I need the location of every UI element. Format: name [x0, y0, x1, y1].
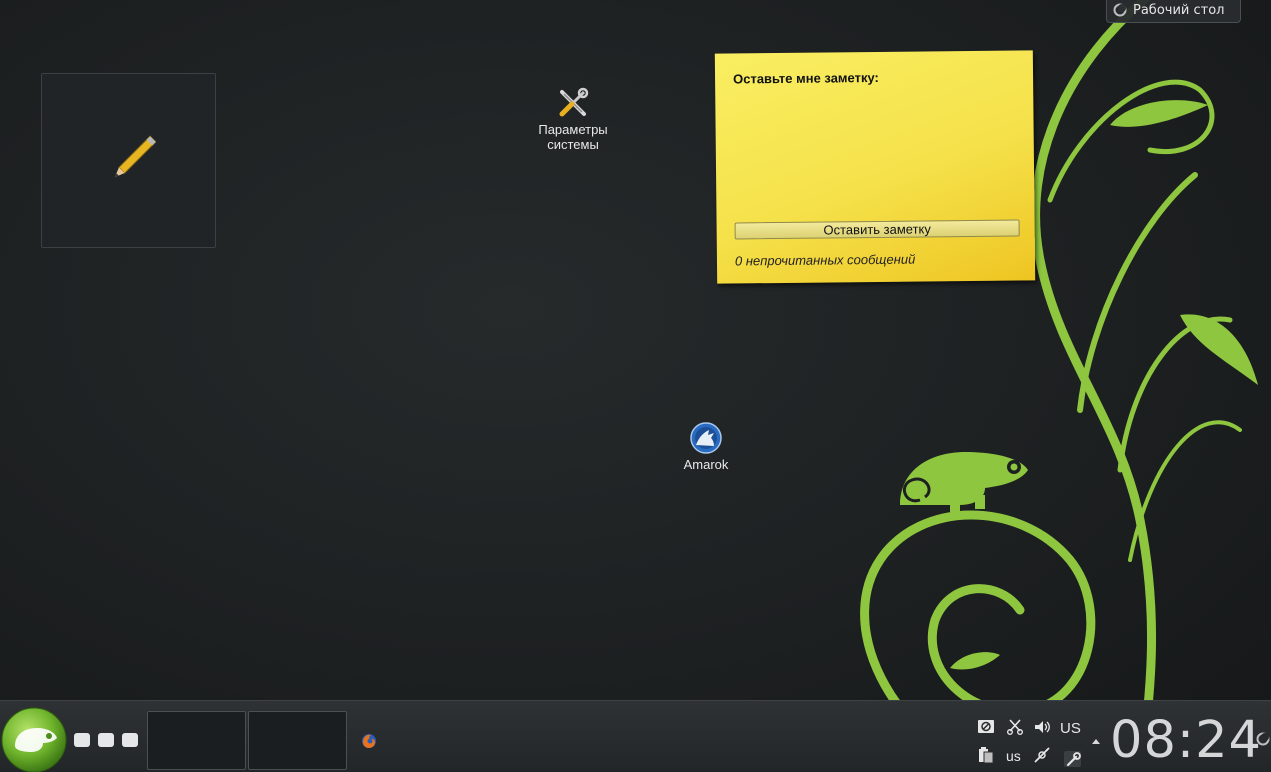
activity-switch-3[interactable] [122, 733, 138, 747]
panel-toolbox-cashew-icon[interactable] [1256, 732, 1270, 746]
volume-icon[interactable] [1033, 719, 1051, 735]
desktop-toolbox-cashew[interactable]: Рабочий стол [1106, 0, 1241, 23]
sticky-note-widget: Оставьте мне заметку: Оставить заметку 0… [714, 50, 1036, 284]
settings-tools-icon [559, 87, 589, 117]
display-icon[interactable] [977, 719, 995, 735]
network-icon[interactable] [1033, 747, 1051, 763]
firefox-icon[interactable] [361, 733, 377, 749]
settings-label-line2: системы [547, 137, 599, 152]
cashew-label: Рабочий стол [1133, 2, 1225, 18]
desktop-icon-amarok[interactable]: Amarok [666, 421, 746, 472]
keyboard-layout-indicator[interactable]: US [1060, 720, 1081, 737]
wrench-icon[interactable] [1064, 751, 1082, 767]
unread-messages-status: 0 непрочитанных сообщений [734, 251, 916, 269]
activity-switch-1[interactable] [74, 733, 90, 747]
pager-desktop-1[interactable] [147, 711, 246, 770]
note-pad-widget[interactable] [41, 73, 216, 248]
activity-switch-2[interactable] [98, 733, 114, 747]
bottom-panel: US us 08:24 [0, 700, 1271, 772]
digital-clock[interactable]: 08:24 [1110, 711, 1262, 771]
settings-label-line1: Параметры [538, 122, 608, 137]
sticky-note-title: Оставьте мне заметку: [732, 69, 879, 87]
sticky-note-text-area[interactable] [733, 91, 1016, 214]
show-hidden-icons-arrow-icon[interactable] [1091, 737, 1101, 745]
pencil-icon [114, 135, 156, 178]
clipboard-icon[interactable] [977, 747, 995, 763]
pager-desktop-2[interactable] [248, 711, 347, 770]
plasma-cashew-icon [1113, 3, 1127, 17]
desktop-icon-system-settings[interactable]: Параметры системы [528, 86, 618, 152]
amarok-wolf-icon [690, 422, 722, 454]
leave-note-button[interactable]: Оставить заметку [734, 219, 1020, 240]
scissors-icon[interactable] [1006, 719, 1024, 735]
keyboard-layout-indicator-small[interactable]: us [1006, 748, 1021, 764]
opensuse-gecko-icon[interactable] [1, 706, 68, 772]
amarok-label: Amarok [683, 457, 729, 472]
